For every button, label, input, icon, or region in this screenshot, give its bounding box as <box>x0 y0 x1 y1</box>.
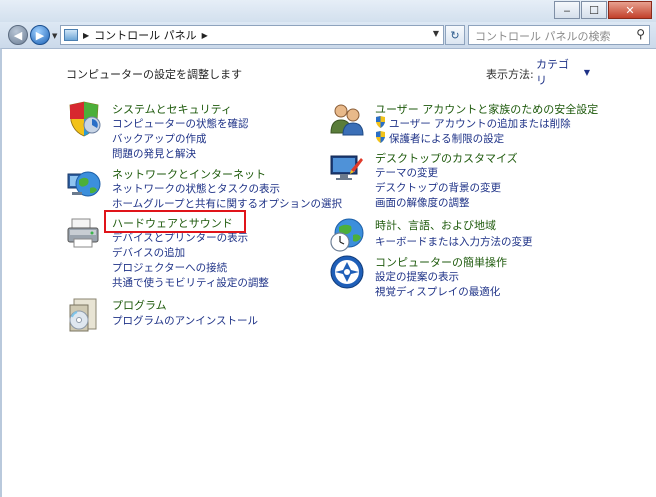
category-clock-language-region: 時計、言語、および地域 キーボードまたは入力方法の変更 <box>329 217 629 257</box>
link-add-device[interactable]: デバイスの追加 <box>112 245 185 260</box>
shield-icon <box>69 101 101 137</box>
refresh-icon: ↻ <box>450 28 460 42</box>
uac-shield-icon <box>376 116 385 128</box>
printer-icon <box>67 218 99 248</box>
category-title-programs[interactable]: プログラム <box>112 297 167 313</box>
link-get-recommendations[interactable]: 設定の提案の表示 <box>375 269 459 284</box>
search-box[interactable]: ⚲ <box>468 25 650 45</box>
control-panel-icon <box>64 29 78 41</box>
link-connect-projector[interactable]: プロジェクターへの接続 <box>112 260 227 275</box>
minimize-button[interactable]: ‒ <box>554 1 580 19</box>
recent-pages-dropdown[interactable]: ▼ <box>52 32 57 40</box>
category-title-appearance[interactable]: デスクトップのカスタマイズ <box>375 150 518 166</box>
main-content: コンピューターの設定を調整します 表示方法: カテゴリ ▼ システムとセキュリティ… <box>0 48 656 497</box>
breadcrumb-arrow-icon[interactable]: ▶ <box>202 31 208 40</box>
chevron-down-icon: ▼ <box>583 67 590 77</box>
link-change-keyboard-input[interactable]: キーボードまたは入力方法の変更 <box>375 234 533 249</box>
refresh-button[interactable]: ↻ <box>445 25 465 45</box>
programs-disc-icon <box>69 298 97 332</box>
link-check-computer-status[interactable]: コンピューターの状態を確認 <box>112 116 249 131</box>
view-by-value: カテゴリ <box>536 58 569 87</box>
category-title-clock-language-region[interactable]: 時計、言語、および地域 <box>375 217 496 233</box>
category-user-accounts: ユーザー アカウントと家族のための安全設定 ユーザー アカウントの追加または削除… <box>329 101 629 145</box>
category-system-security: システムとセキュリティ コンピューターの状態を確認 バックアップの作成 問題の発… <box>66 101 326 160</box>
maximize-button[interactable]: ☐ <box>581 1 607 19</box>
category-appearance: デスクトップのカスタマイズ テーマの変更 デスクトップの背景の変更 画面の解像度… <box>329 150 629 210</box>
link-uninstall-program[interactable]: プログラムのアンインストール <box>112 313 258 328</box>
link-add-remove-user-accounts[interactable]: ユーザー アカウントの追加または削除 <box>389 116 571 131</box>
users-icon <box>330 104 364 136</box>
close-button[interactable]: ✕ <box>608 1 652 19</box>
view-by-label: 表示方法: <box>486 68 534 81</box>
category-programs: プログラム プログラムのアンインストール <box>66 297 326 337</box>
link-optimize-visual-display[interactable]: 視覚ディスプレイの最適化 <box>375 284 500 299</box>
back-arrow-icon: ◀ <box>13 28 23 42</box>
desktop-personalization-icon <box>330 155 363 180</box>
search-input[interactable] <box>473 27 627 45</box>
link-adjust-mobility-settings[interactable]: 共通で使うモビリティ設定の調整 <box>112 275 269 290</box>
highlight-box <box>104 210 246 233</box>
link-network-status-tasks[interactable]: ネットワークの状態とタスクの表示 <box>112 181 280 196</box>
forward-button[interactable]: ▶ <box>30 25 50 45</box>
address-bar[interactable]: ▶ コントロール パネル ▶ ▼ <box>60 25 444 45</box>
network-globe-icon <box>67 171 101 197</box>
navigation-bar: ◀ ▶ ▼ ▶ コントロール パネル ▶ ▼ ↻ ⚲ <box>0 22 656 48</box>
link-change-theme[interactable]: テーマの変更 <box>375 165 438 180</box>
category-title-system-security[interactable]: システムとセキュリティ <box>112 101 232 117</box>
category-title-user-accounts[interactable]: ユーザー アカウントと家族のための安全設定 <box>375 101 598 117</box>
link-homegroup-sharing-options[interactable]: ホームグループと共有に関するオプションの選択 <box>112 196 342 211</box>
search-icon[interactable]: ⚲ <box>636 27 645 41</box>
forward-arrow-icon: ▶ <box>35 28 45 42</box>
window-controls: ‒ ☐ ✕ <box>553 1 652 19</box>
clock-globe-icon <box>330 218 364 252</box>
address-dropdown-icon[interactable]: ▼ <box>433 29 439 38</box>
link-create-backup[interactable]: バックアップの作成 <box>112 131 207 146</box>
link-parental-controls[interactable]: 保護者による制限の設定 <box>389 131 504 146</box>
view-by-dropdown[interactable]: カテゴリ ▼ <box>532 58 590 87</box>
category-network-internet: ネットワークとインターネット ネットワークの状態とタスクの表示 ホームグループと… <box>66 166 342 210</box>
uac-shield-icon <box>376 131 385 143</box>
category-title-ease-of-access[interactable]: コンピューターの簡単操作 <box>375 254 507 270</box>
link-find-fix-problems[interactable]: 問題の発見と解決 <box>112 146 196 161</box>
link-adjust-screen-resolution[interactable]: 画面の解像度の調整 <box>375 195 470 210</box>
category-title-network-internet[interactable]: ネットワークとインターネット <box>112 166 266 182</box>
back-button[interactable]: ◀ <box>8 25 28 45</box>
ease-of-access-icon <box>330 255 364 289</box>
category-ease-of-access: コンピューターの簡単操作 設定の提案の表示 視覚ディスプレイの最適化 <box>329 254 629 300</box>
page-title: コンピューターの設定を調整します <box>66 68 242 81</box>
link-change-desktop-background[interactable]: デスクトップの背景の変更 <box>375 180 501 195</box>
breadcrumb-control-panel[interactable]: コントロール パネル <box>94 27 197 43</box>
title-bar: ‒ ☐ ✕ <box>0 0 656 22</box>
breadcrumb-arrow-icon[interactable]: ▶ <box>83 31 89 40</box>
